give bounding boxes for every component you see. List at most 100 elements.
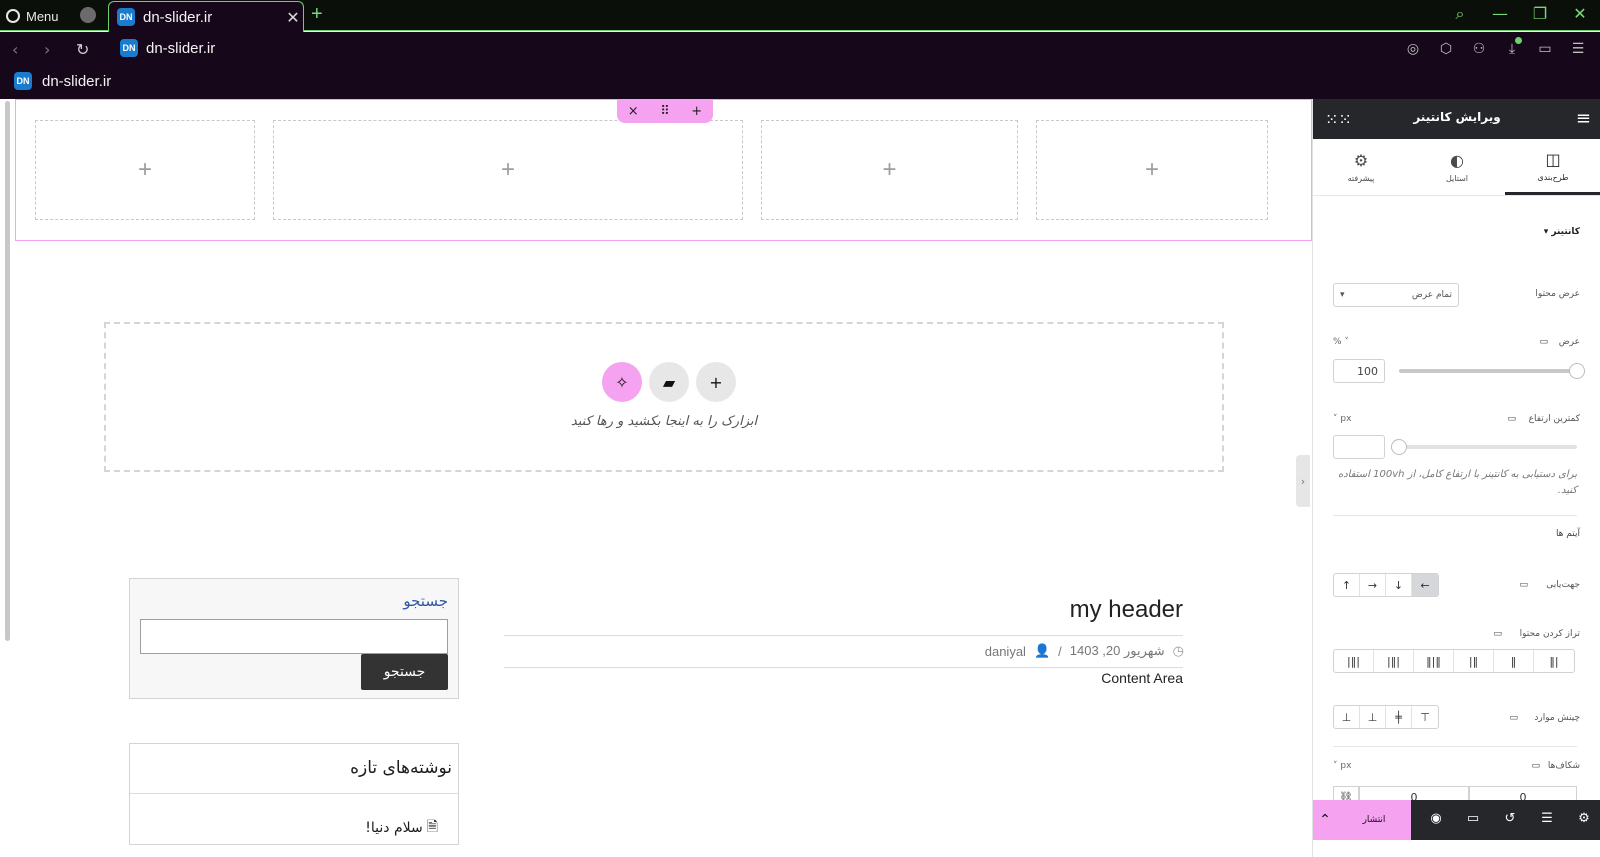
slider-knob[interactable] [1569,363,1585,379]
tab-layout[interactable]: ◫ طرح‌بندی [1505,139,1600,195]
min-height-slider[interactable] [1391,439,1577,455]
tab-title: dn-slider.ir [143,8,213,26]
layout-icon: ◫ [1545,149,1561,169]
widget-dropzone[interactable]: ✧ ▰ + ابزارک را به اینجا بکشید و رها کنی… [104,322,1224,472]
post-title[interactable]: my header [1070,596,1183,624]
column-placeholder[interactable]: + [761,120,1018,220]
delete-container-icon[interactable]: × [628,104,639,119]
folder-icon[interactable]: ▰ [649,362,689,402]
publish-options-chevron-icon[interactable]: ⌃ [1313,800,1337,840]
column-placeholder[interactable]: + [1036,120,1268,220]
min-height-input[interactable] [1333,435,1385,459]
url-field[interactable]: DN dn-slider.ir [120,39,215,57]
search-widget-title: جستجو [403,592,448,610]
align-start-icon[interactable]: ⊤ [1412,706,1438,728]
reload-icon[interactable]: ↻ [76,40,89,59]
justify-around-icon[interactable]: |‖| [1374,650,1414,672]
justify-center-icon[interactable]: ‖ [1494,650,1534,672]
forward-icon[interactable]: › [44,40,50,59]
history-icon[interactable]: ↺ [1501,811,1519,826]
divider [1333,515,1577,516]
address-bar: ‹ › ↻ DN dn-slider.ir ◎ ⬡ ⚇ ⤓ ▭ ☰ [0,32,1600,68]
content-width-label: عرض محتوا [1535,289,1580,299]
restore-icon[interactable]: ❐ [1530,4,1550,24]
editor-canvas: + + + + × ⠿ + ✧ ▰ + ابزارک را به اینجا ب… [0,99,1312,857]
direction-column-reverse-button[interactable]: ↑ [1334,574,1360,596]
preview-eye-icon[interactable]: ◉ [1427,811,1445,826]
align-center-icon[interactable]: ╪ [1386,706,1412,728]
site-favicon-icon: DN [120,39,138,57]
back-icon[interactable]: ‹ [12,40,18,59]
navigator-layers-icon[interactable]: ☰ [1538,811,1556,826]
opera-menu-button[interactable]: Menu [6,6,59,26]
justify-between-icon[interactable]: ‖|‖ [1414,650,1454,672]
direction-row-button[interactable]: ← [1412,574,1438,596]
new-tab-button[interactable]: + [311,3,323,26]
drag-handle-icon[interactable]: ⠿ [660,104,670,119]
post-meta: daniyal 👤 / شهریور 20, 1403 ◷ [985,643,1184,659]
search-icon[interactable]: ⌕ [1450,4,1470,24]
user-icon: 👤 [1033,643,1051,658]
section-container-toggle[interactable]: کانتینر ▾ [1544,227,1580,237]
width-slider[interactable] [1399,363,1585,379]
meta-separator: / [1058,643,1062,659]
align-items-label: چینش موارد [1534,713,1580,723]
direction-row-reverse-button[interactable]: → [1360,574,1386,596]
search-input[interactable] [140,619,448,654]
settings-gear-icon[interactable]: ⚙ [1575,811,1593,826]
sparkle-icon[interactable]: ✧ [602,362,642,402]
publish-button[interactable]: انتشار [1337,800,1411,840]
camera-icon[interactable]: ◎ [1405,41,1421,57]
panel-collapse-toggle[interactable]: › [1296,455,1310,507]
justify-start-icon[interactable]: ‖| [1534,650,1574,672]
monitor-icon[interactable]: ▭ [1509,713,1518,723]
recent-post-link[interactable]: 🗎 سلام دنیا! [365,816,438,840]
browser-tab-active[interactable]: DN dn-slider.ir ✕ [108,1,304,32]
plus-icon[interactable]: + [696,362,736,402]
monitor-icon[interactable]: ▭ [1507,414,1516,424]
justify-end-icon[interactable]: |‖ [1454,650,1494,672]
justify-evenly-icon[interactable]: |‖| [1334,650,1374,672]
close-window-icon[interactable]: ✕ [1570,4,1590,24]
tab-style[interactable]: ◐ استایل [1409,139,1505,195]
width-unit-select[interactable]: % ˅ [1333,337,1349,347]
align-end-icon[interactable]: ⊥ [1360,706,1386,728]
min-height-unit-select[interactable]: ˅ px [1333,414,1351,424]
direction-column-button[interactable]: ↓ [1386,574,1412,596]
hamburger-menu-icon[interactable]: ≡ [1576,108,1591,129]
monitor-icon[interactable]: ▭ [1519,580,1528,590]
globe-icon[interactable] [80,7,96,23]
gaps-unit-select[interactable]: ˅ px [1333,761,1351,771]
tab-label: استایل [1445,174,1469,183]
minimize-icon[interactable]: — [1490,4,1510,24]
canvas-scrollbar[interactable] [5,101,10,641]
site-favicon-icon: DN [117,8,135,26]
responsive-icon[interactable]: ▭ [1464,811,1482,826]
monitor-icon[interactable]: ▭ [1531,761,1540,771]
post-author[interactable]: daniyal [985,644,1026,659]
monitor-icon[interactable]: ▭ [1539,337,1548,347]
column-placeholder[interactable]: + [35,120,255,220]
items-title: آیتم ها [1555,529,1580,539]
slider-knob[interactable] [1391,439,1407,455]
add-container-icon[interactable]: + [691,104,702,119]
divider [130,793,458,794]
tab-advanced[interactable]: ⚙ پیشرفته [1313,139,1409,195]
column-placeholder[interactable]: + [273,120,743,220]
document-icon: 🗎 [426,819,438,835]
width-input[interactable]: 100 [1333,359,1385,383]
battery-icon[interactable]: ▭ [1537,41,1553,57]
min-height-label: کمترین ارتفاع [1528,414,1580,424]
align-stretch-icon[interactable]: ⊥ [1334,706,1360,728]
opera-logo-icon [6,9,20,23]
cube-icon[interactable]: ⬡ [1438,41,1454,57]
profile-icon[interactable]: ⚇ [1471,41,1487,57]
monitor-icon[interactable]: ▭ [1493,629,1502,639]
footer-tools: ◉ ▭ ↺ ☰ ⚙ [1427,811,1593,826]
close-tab-icon[interactable]: ✕ [283,8,303,27]
easy-setup-icon[interactable]: ☰ [1570,41,1586,57]
search-button[interactable]: جستجو [361,654,448,690]
download-icon[interactable]: ⤓ [1504,37,1522,57]
bookmark-item[interactable]: DN dn-slider.ir [14,72,111,90]
content-width-select[interactable]: تمام عرض ▾ [1333,283,1459,307]
